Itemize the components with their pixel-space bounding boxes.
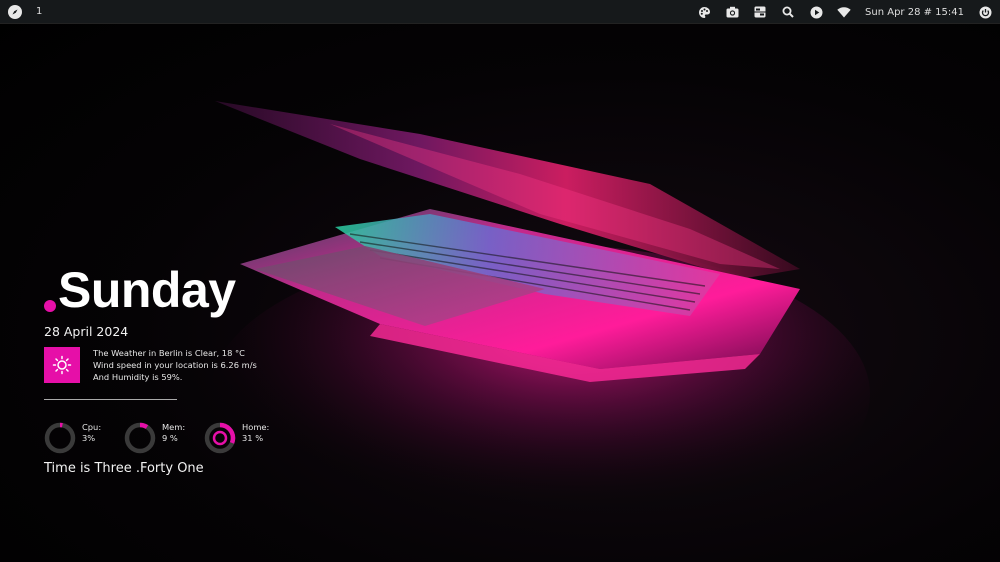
weather-block: The Weather in Berlin is Clear, 18 °C Wi… — [44, 347, 344, 383]
mem-value: 9 % — [162, 433, 178, 443]
play-icon[interactable] — [809, 5, 823, 19]
home-value: 31 % — [242, 433, 264, 443]
weather-description: The Weather in Berlin is Clear, 18 °C Wi… — [93, 347, 257, 383]
mem-gauge: Mem: 9 % — [124, 422, 204, 454]
cpu-value: 3% — [82, 433, 96, 443]
cpu-gauge: Cpu: 3% — [44, 422, 124, 454]
accent-dot — [44, 300, 56, 312]
power-icon[interactable] — [978, 5, 992, 19]
workspace-indicator[interactable]: 1 — [36, 6, 42, 17]
conky-widget: Sunday 28 April 2024 The Weather in Berl… — [44, 258, 344, 476]
time-in-words: Time is Three .Forty One — [44, 461, 204, 476]
home-gauge: Home: 31 % — [204, 422, 284, 454]
top-panel: 1 Sun Apr 28 # 15:41 — [0, 0, 1000, 24]
divider — [44, 399, 177, 400]
search-icon[interactable] — [781, 5, 795, 19]
day-name: Sunday — [58, 262, 236, 318]
palette-icon[interactable] — [697, 5, 711, 19]
settings-panel-icon[interactable] — [753, 5, 767, 19]
home-label: Home: — [242, 422, 270, 432]
wifi-icon[interactable] — [837, 5, 851, 19]
weather-line: And Humidity is 59%. — [93, 372, 183, 382]
mem-ring — [124, 422, 156, 454]
weather-line: The Weather in Berlin is Clear, 18 °C — [93, 348, 245, 358]
mem-label: Mem: — [162, 422, 186, 432]
cpu-label: Cpu: — [82, 422, 102, 432]
camera-icon[interactable] — [725, 5, 739, 19]
system-gauges: Cpu: 3% Mem: 9 % Home: 31 % — [44, 422, 344, 454]
sun-icon — [44, 347, 80, 383]
day-heading: Sunday — [44, 258, 344, 318]
date-text: 28 April 2024 — [44, 324, 129, 339]
cpu-ring — [44, 422, 76, 454]
weather-line: Wind speed in your location is 6.26 m/s — [93, 360, 257, 370]
home-ring — [204, 422, 236, 454]
compass-launcher-icon[interactable] — [8, 4, 22, 19]
clock[interactable]: Sun Apr 28 # 15:41 — [865, 7, 964, 18]
desktop: 1 Sun Apr 28 # 15:41 Sunday 28 April 202… — [0, 0, 1000, 562]
